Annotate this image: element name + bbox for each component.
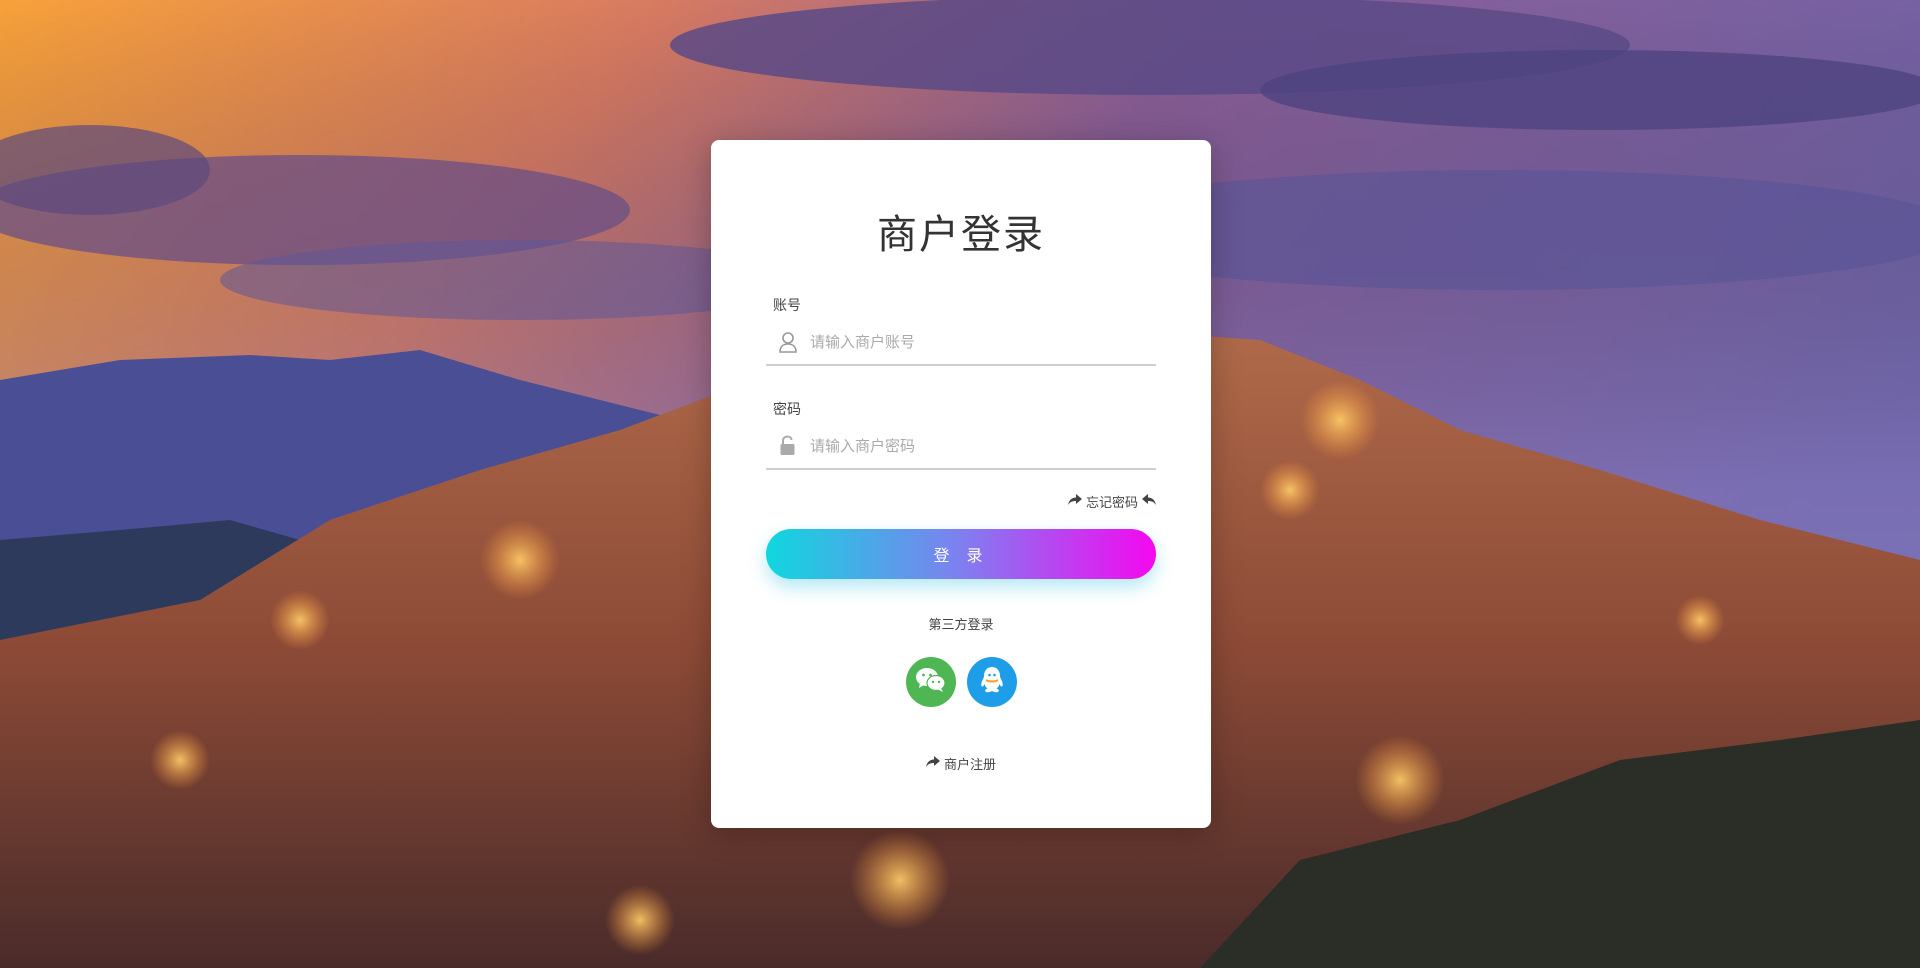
login-button[interactable]: 登 录 xyxy=(766,529,1156,579)
third-party-login-label: 第三方登录 xyxy=(928,618,994,633)
register-link[interactable]: 商户注册 xyxy=(711,754,1211,773)
account-label: 账号 xyxy=(773,298,801,314)
password-input[interactable] xyxy=(808,436,1156,456)
forgot-password-label: 忘记密码 xyxy=(1085,496,1138,511)
page-title: 商户登录 xyxy=(877,212,1045,258)
wechat-login-button[interactable] xyxy=(906,657,956,707)
qq-login-button[interactable] xyxy=(967,657,1017,707)
share-arrow-icon xyxy=(925,755,940,772)
account-field xyxy=(766,320,1156,366)
password-label: 密码 xyxy=(773,402,801,418)
account-input[interactable] xyxy=(808,332,1156,352)
user-icon xyxy=(774,331,802,353)
third-party-login xyxy=(906,657,1017,707)
share-arrow-icon xyxy=(1067,493,1082,510)
reply-arrow-icon xyxy=(1142,493,1156,510)
login-card: 商户登录 账号 密码 忘记密码 登 录 第三方登录 xyxy=(711,140,1211,828)
wechat-icon xyxy=(915,666,947,698)
lock-icon xyxy=(774,435,802,457)
qq-icon xyxy=(979,665,1005,699)
password-field xyxy=(766,424,1156,470)
register-label: 商户注册 xyxy=(943,758,996,773)
forgot-password-link[interactable]: 忘记密码 xyxy=(1067,492,1156,511)
